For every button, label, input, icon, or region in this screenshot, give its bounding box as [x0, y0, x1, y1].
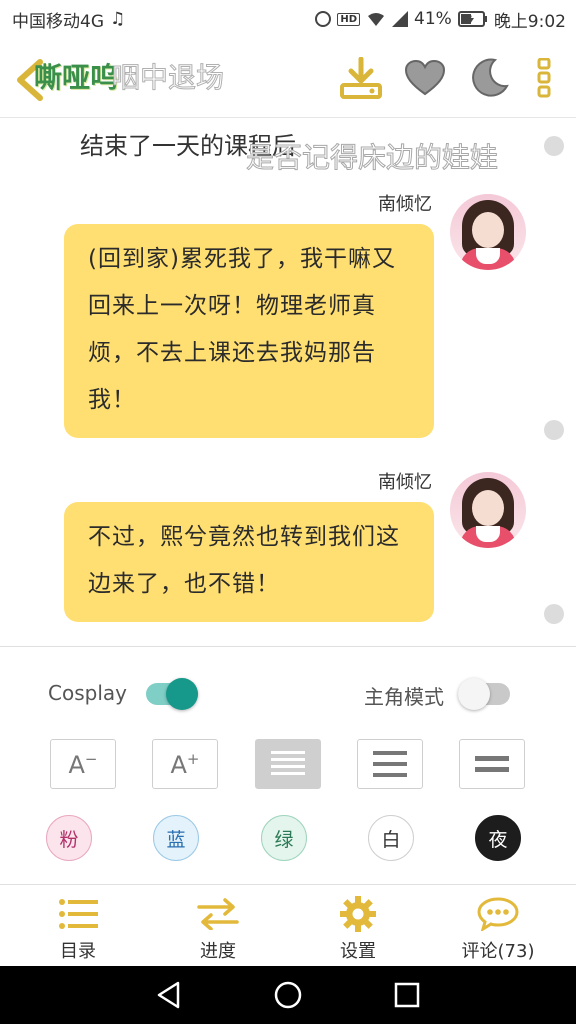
- theme-green-button[interactable]: 绿: [261, 815, 307, 861]
- speaker-name: 南倾忆: [378, 472, 432, 493]
- avatar[interactable]: [450, 472, 526, 548]
- dense-lines-icon: [271, 751, 305, 775]
- back-triangle-icon[interactable]: [149, 975, 189, 1015]
- font-larger-button[interactable]: A+: [152, 739, 218, 789]
- comment-icon: [477, 895, 519, 933]
- cosplay-toggle[interactable]: [146, 678, 198, 710]
- line-spacing-loose-button[interactable]: [459, 739, 525, 789]
- nav-settings-label: 设置: [340, 941, 376, 962]
- moon-icon[interactable]: [466, 56, 512, 100]
- speaker-name: 南倾忆: [378, 194, 432, 215]
- scroll-marker[interactable]: [544, 136, 564, 156]
- nav-progress-label: 进度: [200, 941, 236, 962]
- reader-header: 嘶哑呜 咽中退场: [0, 38, 576, 118]
- battery-percent: 41%: [414, 9, 452, 29]
- medium-lines-icon: [373, 751, 407, 777]
- nav-comments[interactable]: 评论(73): [438, 895, 558, 965]
- title-text: 咽中退场: [111, 61, 225, 95]
- settings-panel: Cosplay 主角模式 A− A+ 粉 蓝 绿 白 夜: [0, 646, 576, 884]
- swap-arrows-icon: [197, 895, 239, 933]
- nav-comments-label: 评论(73): [461, 941, 535, 962]
- hd-badge: HD: [337, 12, 361, 26]
- font-smaller-button[interactable]: A−: [50, 739, 116, 789]
- home-circle-icon[interactable]: [268, 975, 308, 1015]
- carrier-label: 中国移动4G: [12, 11, 104, 32]
- list-icon: [58, 895, 98, 933]
- reader-bottom-nav: 目录 进度 设置 评论(73): [0, 884, 576, 966]
- theme-pink-button[interactable]: 粉: [46, 815, 92, 861]
- wifi-icon: [366, 11, 386, 27]
- nav-catalog-label: 目录: [60, 941, 96, 962]
- scroll-marker[interactable]: [544, 420, 564, 440]
- protagonist-mode-toggle[interactable]: [458, 678, 510, 710]
- line-spacing-dense-button[interactable]: [255, 739, 321, 789]
- battery-icon: [457, 11, 488, 27]
- message-bubble: (回到家)累死我了，我干嘛又回来上一次呀！物理老师真烦，不去上课还去我妈那告我！: [64, 224, 434, 438]
- title-overlay-text: 嘶哑呜: [34, 61, 119, 94]
- music-note-icon: ♫: [110, 9, 126, 29]
- message-bubble: 不过，熙兮竟然也转到我们这边来了，也不错！: [64, 502, 434, 622]
- system-nav-bar: [0, 966, 576, 1024]
- protagonist-mode-label: 主角模式: [364, 685, 444, 709]
- nav-catalog[interactable]: 目录: [18, 895, 138, 965]
- download-icon[interactable]: [336, 56, 386, 100]
- narration-overlay-text: 是否记得床边的娃娃: [245, 141, 499, 175]
- story-content[interactable]: 结束了一天的课程后 是否记得床边的娃娃 南倾忆 (回到家)累死我了，我干嘛又回来…: [0, 118, 576, 646]
- narration-line: 结束了一天的课程后 是否记得床边的娃娃: [0, 126, 576, 175]
- gear-icon: [339, 895, 377, 933]
- signal-icon: [392, 11, 409, 27]
- nav-settings[interactable]: 设置: [298, 895, 418, 965]
- loose-lines-icon: [475, 756, 509, 772]
- alarm-icon: [315, 11, 332, 27]
- story-title: 嘶哑呜 咽中退场: [34, 56, 274, 96]
- avatar[interactable]: [450, 194, 526, 270]
- heart-icon[interactable]: [402, 56, 448, 100]
- clock: 晚上9:02: [493, 11, 566, 32]
- recents-square-icon[interactable]: [387, 975, 427, 1015]
- scroll-marker[interactable]: [544, 604, 564, 624]
- nav-progress[interactable]: 进度: [158, 895, 278, 965]
- theme-white-button[interactable]: 白: [368, 815, 414, 861]
- status-bar: 中国移动4G ♫ HD 41% 晚上9:02: [0, 0, 576, 38]
- cosplay-label: Cosplay: [48, 681, 127, 705]
- theme-night-button[interactable]: 夜: [475, 815, 521, 861]
- more-vertical-icon[interactable]: [532, 56, 556, 100]
- theme-blue-button[interactable]: 蓝: [153, 815, 199, 861]
- line-spacing-medium-button[interactable]: [357, 739, 423, 789]
